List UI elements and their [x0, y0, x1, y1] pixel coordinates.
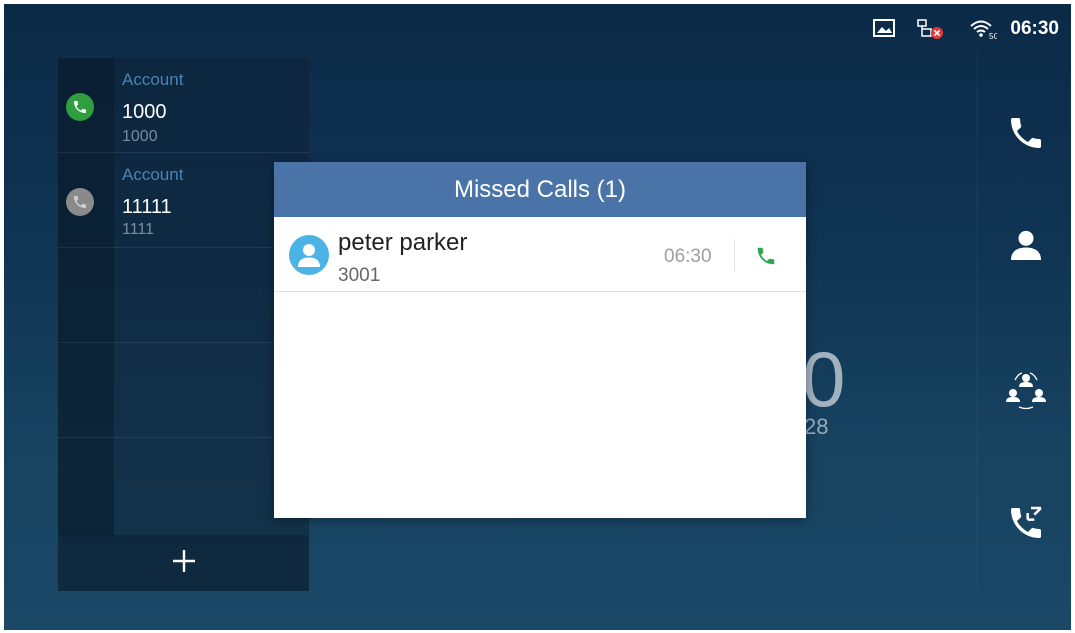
plus-icon [171, 548, 197, 579]
caller-number: 3001 [338, 265, 381, 286]
phone-icon [755, 245, 777, 272]
add-account-button[interactable] [58, 535, 309, 591]
status-time: 06:30 [1010, 18, 1059, 39]
account-row[interactable]: Account 1000 1000 [58, 58, 309, 153]
account-sub: 1000 [122, 128, 158, 145]
avatar [289, 235, 329, 275]
phone-screen: 5G 06:30 Account 1000 1000 Account 11111… [4, 4, 1071, 630]
network-disconnected-icon [916, 18, 944, 45]
conference-icon[interactable] [1003, 366, 1049, 412]
status-bar: 5G 06:30 [4, 4, 1071, 52]
row-divider [734, 239, 735, 271]
wifi-5g-icon: 5G [969, 18, 1000, 45]
account-row-empty [58, 343, 309, 438]
svg-text:5G: 5G [989, 32, 997, 40]
caller-name: peter parker [338, 229, 468, 256]
contact-icon[interactable] [1003, 222, 1049, 268]
account-label: Account [122, 165, 184, 184]
account-status-icon [66, 93, 94, 121]
screenshot-icon [873, 18, 895, 43]
account-status-icon [66, 188, 94, 216]
account-sub: 1111 [122, 221, 155, 238]
account-number: 11111 [122, 196, 172, 218]
account-label: Account [122, 70, 184, 89]
account-row-empty [58, 248, 309, 343]
phone-icon[interactable] [1003, 110, 1049, 156]
account-number: 1000 [122, 101, 167, 123]
missed-calls-dialog: Missed Calls (1) peter parker 3001 06:30 [274, 162, 806, 518]
dialog-title: Missed Calls (1) [453, 175, 627, 203]
accounts-panel: Account 1000 1000 Account 11111 1111 [58, 58, 309, 591]
callback-button[interactable] [751, 243, 781, 273]
account-row[interactable]: Account 11111 1111 [58, 153, 309, 248]
missed-call-row[interactable]: peter parker 3001 06:30 [274, 217, 806, 292]
background-clock: 0 [802, 335, 846, 423]
call-time: 06:30 [664, 246, 712, 267]
dialog-header: Missed Calls (1) [274, 162, 806, 217]
right-sidebar [977, 52, 1071, 588]
call-transfer-icon[interactable] [1003, 500, 1049, 546]
background-date: 28 [804, 414, 829, 439]
